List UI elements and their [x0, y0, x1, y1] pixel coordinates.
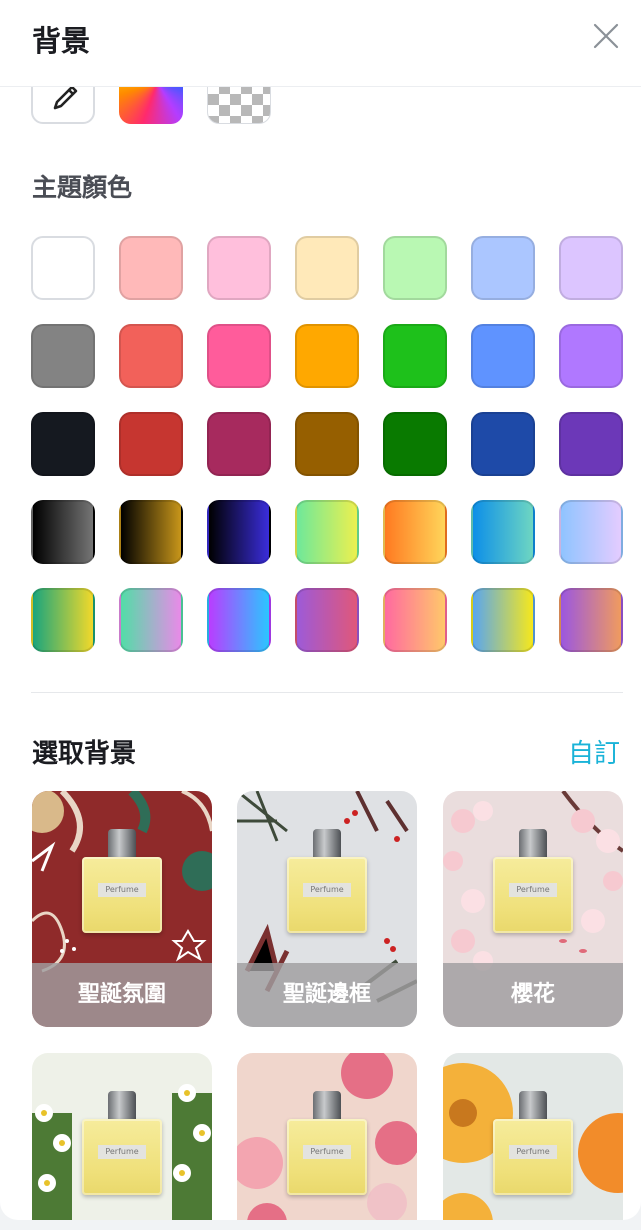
color-swatch[interactable]	[559, 588, 623, 652]
background-panel: 背景 主題顏色 選取背景 自訂 Perfume 聖誕氛圍 Perfume 聖誕邊…	[0, 0, 641, 1220]
color-swatch[interactable]	[119, 412, 183, 476]
bottom-edge	[0, 1220, 641, 1230]
color-swatch[interactable]	[471, 324, 535, 388]
color-swatch[interactable]	[383, 324, 447, 388]
background-card-christmas-frame[interactable]: Perfume 聖誕邊框	[237, 791, 417, 1027]
perfume-bottle: Perfume	[82, 829, 162, 939]
panel-title: 背景	[32, 24, 91, 58]
section-divider	[31, 692, 623, 693]
perfume-bottle: Perfume	[493, 1091, 573, 1201]
color-swatch[interactable]	[207, 236, 271, 300]
color-swatch[interactable]	[295, 324, 359, 388]
color-swatch[interactable]	[471, 588, 535, 652]
color-swatch[interactable]	[559, 500, 623, 564]
background-card-cherry-blossom[interactable]: Perfume 櫻花	[443, 791, 623, 1027]
color-swatch[interactable]	[31, 324, 95, 388]
color-swatch[interactable]	[295, 500, 359, 564]
color-swatch[interactable]	[471, 236, 535, 300]
background-card-christmas-vibe[interactable]: Perfume 聖誕氛圍	[32, 791, 212, 1027]
color-swatch[interactable]	[31, 236, 95, 300]
color-swatch[interactable]	[383, 588, 447, 652]
color-swatch[interactable]	[471, 500, 535, 564]
background-card-gerbera[interactable]: Perfume	[443, 1053, 623, 1220]
color-swatch[interactable]	[383, 500, 447, 564]
color-swatch[interactable]	[207, 500, 271, 564]
color-swatch[interactable]	[383, 412, 447, 476]
color-swatch[interactable]	[559, 412, 623, 476]
perfume-bottle: Perfume	[493, 829, 573, 939]
color-swatch[interactable]	[119, 236, 183, 300]
eyedropper-icon	[53, 85, 78, 110]
theme-colors-title: 主題顏色	[32, 173, 133, 202]
color-swatch[interactable]	[119, 588, 183, 652]
custom-link[interactable]: 自訂	[568, 733, 620, 770]
perfume-bottle: Perfume	[287, 1091, 367, 1201]
color-swatch[interactable]	[31, 588, 95, 652]
perfume-bottle: Perfume	[82, 1091, 162, 1201]
card-label: 聖誕氛圍	[32, 963, 212, 1027]
color-swatch[interactable]	[119, 324, 183, 388]
color-swatch[interactable]	[207, 588, 271, 652]
color-swatch[interactable]	[383, 236, 447, 300]
color-swatch[interactable]	[207, 324, 271, 388]
color-swatch[interactable]	[295, 236, 359, 300]
background-card-daisies[interactable]: Perfume	[32, 1053, 212, 1220]
background-card-pink-flowers[interactable]: Perfume	[237, 1053, 417, 1220]
choose-background-title: 選取背景	[32, 739, 137, 769]
color-swatch[interactable]	[31, 500, 95, 564]
color-swatch[interactable]	[559, 236, 623, 300]
color-swatch[interactable]	[31, 412, 95, 476]
card-label: 聖誕邊框	[237, 963, 417, 1027]
color-swatch[interactable]	[295, 412, 359, 476]
color-swatch[interactable]	[119, 500, 183, 564]
color-swatch[interactable]	[471, 412, 535, 476]
close-icon[interactable]	[590, 20, 622, 52]
color-swatch[interactable]	[295, 588, 359, 652]
perfume-bottle: Perfume	[287, 829, 367, 939]
panel-header: 背景	[0, 0, 641, 87]
card-label: 櫻花	[443, 963, 623, 1027]
color-swatch[interactable]	[207, 412, 271, 476]
color-swatch[interactable]	[559, 324, 623, 388]
